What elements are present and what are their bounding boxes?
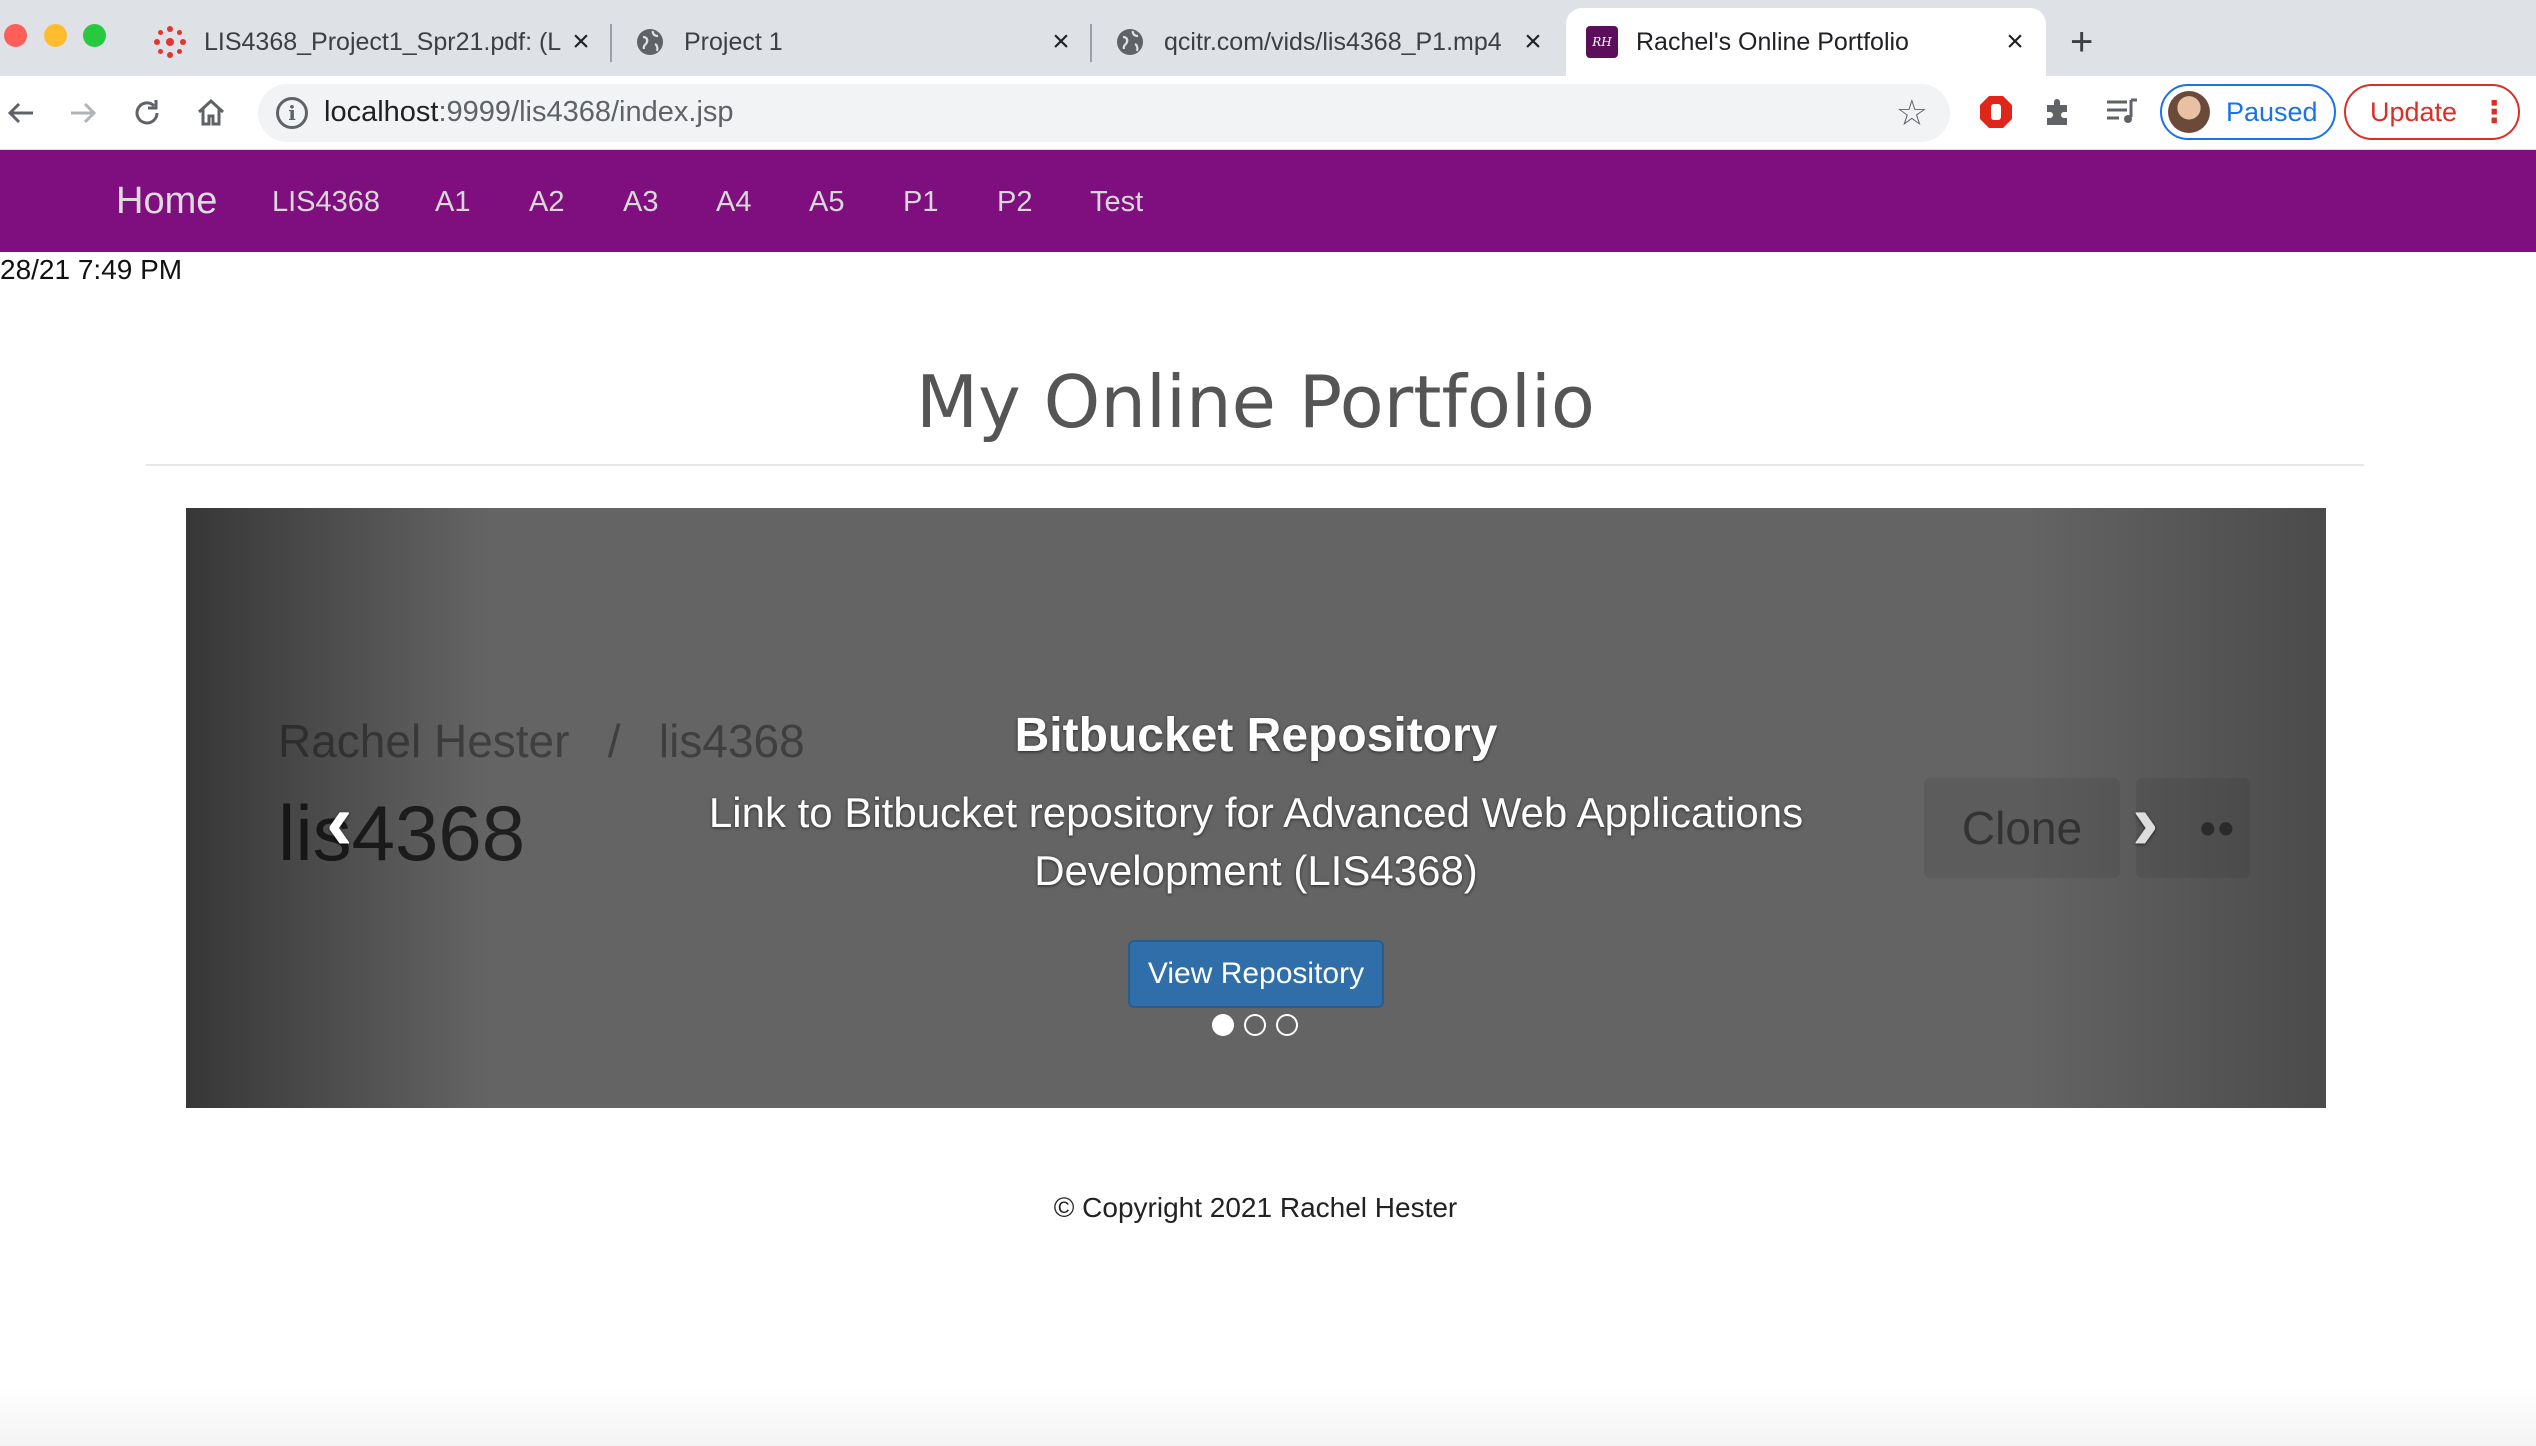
back-button[interactable] bbox=[0, 92, 42, 134]
browser-tab-video[interactable]: qcitr.com/vids/lis4368_P1.mp4 × bbox=[1094, 8, 1564, 76]
page-bottom-edge bbox=[0, 1386, 2536, 1446]
url-path: :9999/lis4368/index.jsp bbox=[438, 96, 734, 128]
update-button[interactable]: Update ⋮ bbox=[2344, 84, 2520, 140]
tab-title: LIS4368_Project1_Spr21.pdf: (L bbox=[204, 27, 562, 56]
globe-icon bbox=[634, 26, 666, 58]
new-tab-button[interactable]: + bbox=[2070, 22, 2093, 62]
carousel-indicator-2[interactable] bbox=[1244, 1014, 1266, 1036]
view-repository-button[interactable]: View Repository bbox=[1128, 940, 1384, 1008]
nav-link-a1[interactable]: A1 bbox=[435, 186, 470, 219]
reload-icon bbox=[135, 100, 159, 125]
tab-title: qcitr.com/vids/lis4368_P1.mp4 bbox=[1164, 27, 1502, 56]
nav-link-test[interactable]: Test bbox=[1090, 186, 1143, 219]
arrow-left-icon bbox=[7, 102, 33, 124]
extensions-puzzle-icon[interactable] bbox=[2036, 90, 2080, 134]
close-icon[interactable]: × bbox=[1516, 25, 1550, 59]
profile-status-label: Paused bbox=[2226, 96, 2318, 127]
browser-tab-portfolio[interactable]: RH Rachel's Online Portfolio × bbox=[1566, 8, 2046, 76]
chevron-left-icon[interactable]: ‹ bbox=[326, 782, 353, 862]
home-button[interactable] bbox=[190, 92, 232, 134]
adblock-extension-icon[interactable] bbox=[1974, 90, 2018, 134]
page-title: My Online Portfolio bbox=[916, 360, 1595, 444]
site-info-icon[interactable]: i bbox=[276, 97, 308, 129]
bookmark-star-icon[interactable]: ☆ bbox=[1896, 92, 1928, 134]
browser-toolbar: i localhost:9999/lis4368/index.jsp ☆ Pau… bbox=[0, 76, 2536, 150]
tab-title: Project 1 bbox=[684, 27, 783, 56]
media-control-icon[interactable] bbox=[2100, 90, 2144, 134]
home-icon bbox=[197, 98, 225, 126]
profile-button[interactable]: Paused bbox=[2160, 84, 2336, 140]
title-divider bbox=[146, 464, 2364, 466]
reload-button[interactable] bbox=[126, 92, 168, 134]
carousel-indicator-1[interactable] bbox=[1212, 1014, 1234, 1036]
rh-favicon-text: RH bbox=[1586, 26, 1618, 58]
tab-separator bbox=[610, 24, 612, 62]
rh-logo-icon: RH bbox=[1586, 26, 1618, 58]
close-icon[interactable]: × bbox=[564, 25, 598, 59]
close-icon[interactable]: × bbox=[1044, 25, 1078, 59]
nav-link-a5[interactable]: A5 bbox=[809, 186, 844, 219]
repository-carousel: Rachel Hester / lis4368 lis4368 Clone ••… bbox=[186, 508, 2326, 1108]
browser-tab-project-1[interactable]: Project 1 × bbox=[614, 8, 1092, 76]
nav-link-p2[interactable]: P2 bbox=[997, 186, 1032, 219]
carousel-indicator-3[interactable] bbox=[1276, 1014, 1298, 1036]
address-bar[interactable]: i localhost:9999/lis4368/index.jsp ☆ bbox=[258, 84, 1950, 142]
nav-link-p1[interactable]: P1 bbox=[903, 186, 938, 219]
carousel-caption-text: Link to Bitbucket repository for Advance… bbox=[708, 789, 1804, 894]
nav-link-a3[interactable]: A3 bbox=[623, 186, 658, 219]
nav-link-a2[interactable]: A2 bbox=[529, 186, 564, 219]
window-zoom-button[interactable] bbox=[83, 24, 106, 47]
tab-separator bbox=[1090, 24, 1092, 62]
nav-link-a4[interactable]: A4 bbox=[716, 186, 751, 219]
window-close-button[interactable] bbox=[4, 24, 27, 47]
canvas-logo-icon bbox=[154, 26, 186, 58]
carousel-right-shade bbox=[2026, 508, 2326, 1108]
globe-icon bbox=[1114, 26, 1146, 58]
site-navbar: Home LIS4368 A1 A2 A3 A4 A5 P1 P2 Test bbox=[0, 150, 2536, 252]
window-minimize-button[interactable] bbox=[44, 24, 67, 47]
browser-tab-pdf[interactable]: LIS4368_Project1_Spr21.pdf: (L × bbox=[134, 8, 612, 76]
footer-copyright: © Copyright 2021 Rachel Hester bbox=[1053, 1192, 1458, 1223]
update-label: Update bbox=[2370, 96, 2458, 127]
arrow-right-icon bbox=[71, 102, 97, 124]
close-icon[interactable]: × bbox=[1998, 25, 2032, 59]
carousel-indicators bbox=[1212, 1014, 1298, 1036]
url-text[interactable]: localhost:9999/lis4368/index.jsp bbox=[324, 96, 734, 129]
chevron-right-icon[interactable]: › bbox=[2132, 782, 2159, 862]
nav-home-link[interactable]: Home bbox=[116, 180, 217, 223]
avatar bbox=[2168, 91, 2210, 133]
date-time-text: 28/21 7:49 PM bbox=[0, 254, 183, 285]
tab-title: Rachel's Online Portfolio bbox=[1636, 27, 1909, 56]
url-host: localhost bbox=[324, 96, 439, 128]
carousel-caption-title: Bitbucket Repository bbox=[1014, 709, 1498, 762]
menu-dots-icon[interactable]: ⋮ bbox=[2479, 95, 2509, 130]
browser-tab-strip: LIS4368_Project1_Spr21.pdf: (L × Project… bbox=[0, 0, 2536, 76]
nav-link-lis4368[interactable]: LIS4368 bbox=[272, 186, 380, 219]
forward-button[interactable] bbox=[62, 92, 104, 134]
